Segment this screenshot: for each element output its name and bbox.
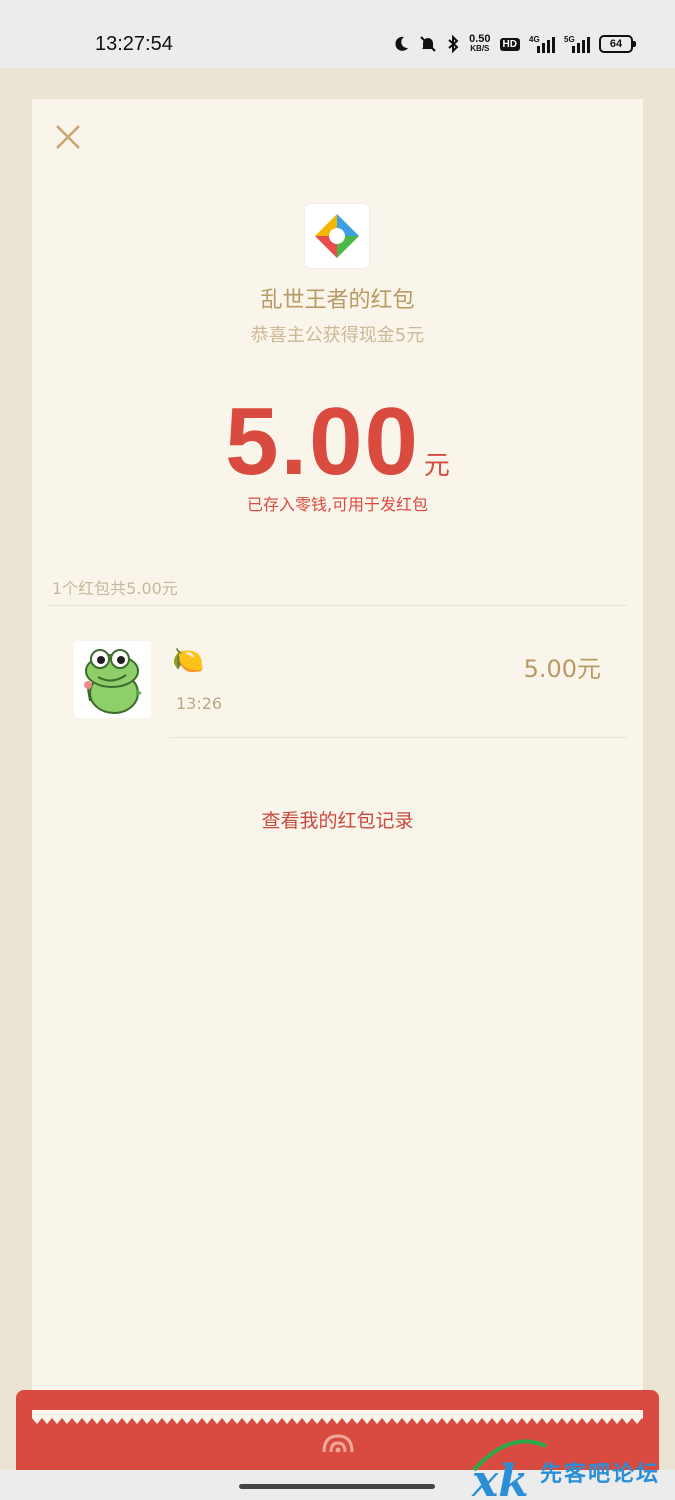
lemon-emoji: 🍋 <box>172 646 205 676</box>
redpacket-detail-card: 乱世王者的红包 恭喜主公获得现金5元 5.00 元 已存入零钱,可用于发红包 1个… <box>32 99 643 1429</box>
net-speed-value: 0.50 <box>469 33 491 45</box>
divider <box>170 737 627 738</box>
signal-5g-icon: 5G <box>564 34 590 54</box>
battery-level: 64 <box>609 38 623 50</box>
divider <box>48 605 627 606</box>
watermark-text: 先客吧论坛 <box>540 1461 661 1487</box>
svg-text:xk: xk <box>471 1456 529 1500</box>
close-icon[interactable] <box>52 121 84 153</box>
emblem-icon <box>322 1434 354 1453</box>
net-speed: 0.50 KB/S <box>469 34 490 54</box>
avatar[interactable] <box>74 641 151 718</box>
sender-title: 乱世王者的红包 <box>260 288 415 313</box>
wish-text: 恭喜主公获得现金5元 <box>250 325 425 346</box>
record-time: 13:26 <box>176 694 223 713</box>
zigzag-edge <box>32 1410 643 1424</box>
saved-note: 已存入零钱,可用于发红包 <box>246 495 429 514</box>
packet-summary: 1个红包共5.00元 <box>52 579 178 598</box>
bluetooth-icon <box>446 35 460 53</box>
amount-value: 5.00 <box>225 388 420 495</box>
home-indicator[interactable] <box>239 1484 435 1489</box>
status-time: 13:27:54 <box>95 33 173 55</box>
hd-badge: HD <box>499 37 520 51</box>
status-bar: 13:27:54 0.50 KB/S HD 4G 5G 64 <box>0 0 675 68</box>
app-logo-icon <box>305 204 369 268</box>
moon-icon <box>392 35 410 53</box>
mute-bell-icon <box>419 35 437 53</box>
record-amount: 5.00元 <box>523 655 601 683</box>
signal-5g-label: 5G <box>564 35 575 44</box>
net-speed-unit: KB/S <box>470 44 490 53</box>
amount-unit: 元 <box>423 451 450 481</box>
view-records-link[interactable]: 查看我的红包记录 <box>32 806 643 833</box>
signal-4g-icon: 4G <box>529 34 555 54</box>
status-icons: 0.50 KB/S HD 4G 5G 64 <box>392 30 636 58</box>
amount-display: 5.00 元 <box>32 387 643 497</box>
signal-4g-label: 4G <box>529 35 540 44</box>
battery-icon: 64 <box>599 35 636 53</box>
